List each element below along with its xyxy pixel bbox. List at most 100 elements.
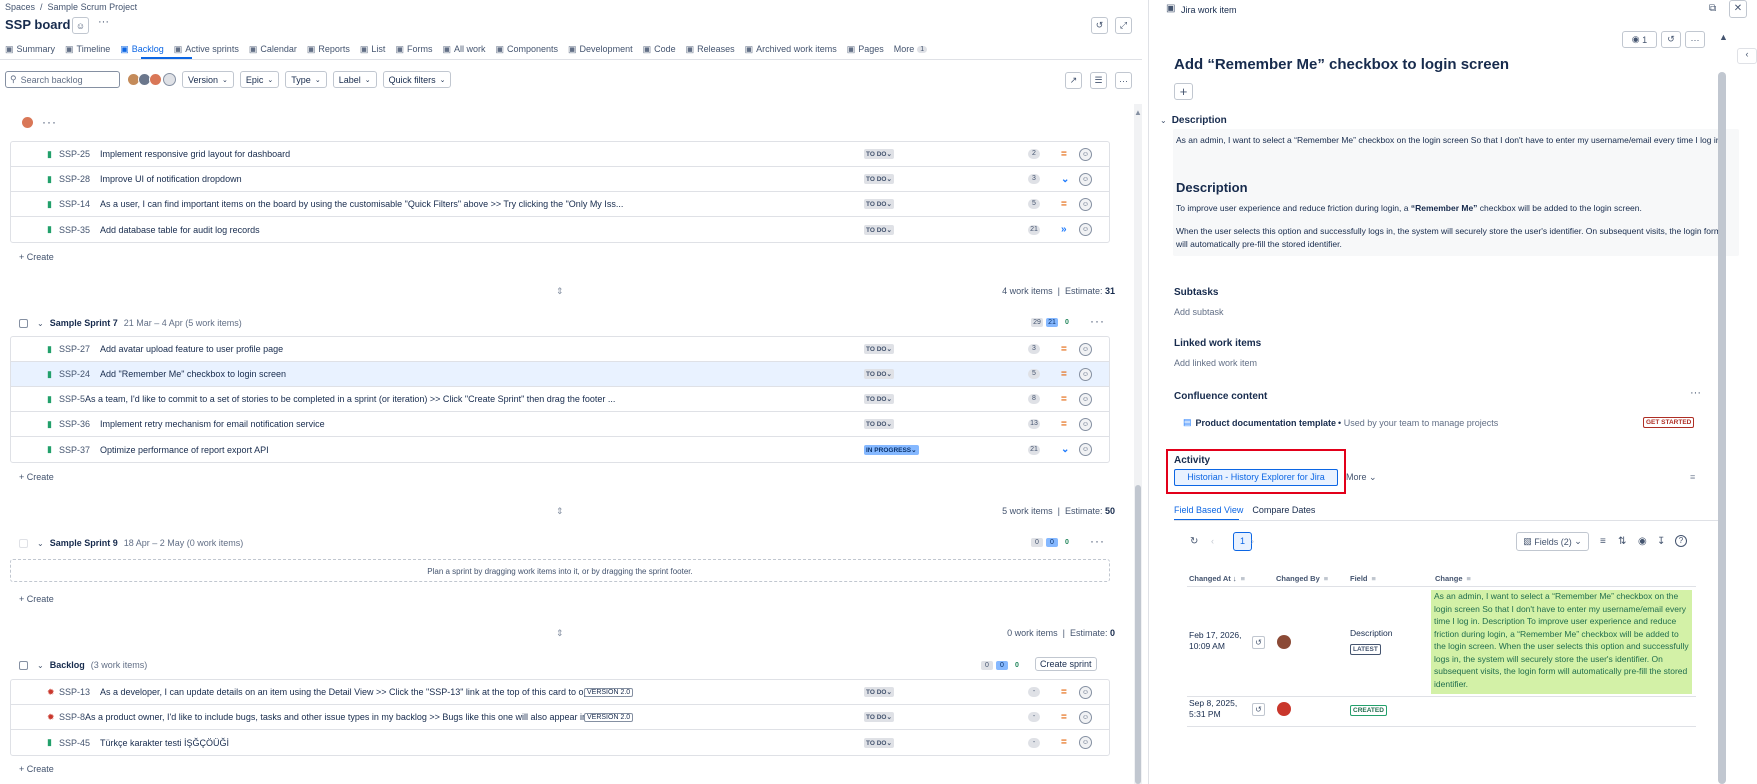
more-actions-icon[interactable]: ··· xyxy=(1090,314,1105,328)
story-points[interactable]: 2 xyxy=(1028,149,1040,159)
issue-key[interactable]: SSP-14 xyxy=(59,199,90,209)
create-button[interactable]: + Create xyxy=(19,252,54,262)
assignee-avatar[interactable]: ☺ xyxy=(1079,443,1092,456)
chevron-left-icon[interactable]: ‹ xyxy=(1211,536,1214,546)
scroll-up-icon[interactable]: ▲ xyxy=(1134,108,1142,117)
col-changed-at[interactable]: Changed At ↓ ≡ xyxy=(1189,574,1245,583)
table-row[interactable]: ✹ SSP-8 As a product owner, I'd like to in… xyxy=(11,705,1109,730)
sort-icon[interactable]: ≡ xyxy=(1690,472,1695,482)
add-linked-item-link[interactable]: Add linked work item xyxy=(1174,358,1257,368)
tab-all-work[interactable]: ▣ All work xyxy=(442,42,485,56)
more-icon[interactable]: ··· xyxy=(1690,387,1701,399)
table-row[interactable]: ▮ SSP-37 Optimize performance of report ex… xyxy=(11,437,1109,462)
settings-icon[interactable]: ☰ xyxy=(1090,72,1107,89)
assignee-avatar[interactable]: ☺ xyxy=(1079,342,1092,356)
description-header[interactable]: ⌄ Description xyxy=(1160,115,1227,126)
story-points[interactable]: - xyxy=(1028,687,1040,697)
issue-key[interactable]: SSP-8 xyxy=(59,712,85,722)
more-dropdown[interactable]: More ⌄ xyxy=(1346,472,1377,483)
filter-icon[interactable]: ≡ xyxy=(1324,574,1328,583)
filter-icon[interactable]: ≡ xyxy=(1467,574,1471,583)
issue-summary[interactable]: Add "Remember Me" checkbox to login scre… xyxy=(100,369,286,379)
status-dropdown[interactable]: TO DO⌄ xyxy=(864,199,894,209)
work-item-title[interactable]: Add “Remember Me” checkbox to login scre… xyxy=(1174,56,1509,73)
tab-field-based-view[interactable]: Field Based View xyxy=(1174,505,1243,515)
issue-summary[interactable]: Türkçe karakter testi İŞĞÇÖÜĞİ xyxy=(100,738,229,748)
avatar[interactable] xyxy=(149,73,162,86)
type-filter[interactable]: Type ⌄ xyxy=(285,71,327,88)
avatar[interactable] xyxy=(163,73,176,86)
download-icon[interactable]: ↧ xyxy=(1657,536,1665,547)
tab-list[interactable]: ▣ List xyxy=(360,42,386,56)
story-points[interactable]: 8 xyxy=(1028,394,1040,404)
sprint-checkbox[interactable] xyxy=(19,318,28,328)
assignee-avatar[interactable]: ☺ xyxy=(1079,147,1092,161)
issue-summary[interactable]: As a developer, I can update details on … xyxy=(100,687,629,697)
scrollbar-thumb[interactable] xyxy=(1135,485,1141,784)
tab-archived-work-items[interactable]: ▣ Archived work items xyxy=(745,42,837,56)
tab-backlog[interactable]: ▣ Backlog xyxy=(120,42,164,56)
eye-icon[interactable]: ◉ xyxy=(1638,536,1647,547)
assignee-avatar[interactable]: ☺ xyxy=(1079,685,1092,699)
chevron-right-icon[interactable]: › xyxy=(1251,536,1254,546)
create-button[interactable]: + Create xyxy=(19,594,54,604)
historian-button[interactable]: Historian - History Explorer for Jira xyxy=(1174,469,1338,486)
story-points[interactable]: 13 xyxy=(1028,419,1040,429)
table-row[interactable]: ▮ SSP-35 Add database table for audit log … xyxy=(11,217,1109,242)
chevron-down-icon[interactable]: ⌄ xyxy=(37,539,44,548)
watch-button[interactable]: ◉ 1 xyxy=(1622,31,1657,48)
issue-key[interactable]: SSP-13 xyxy=(59,687,90,697)
status-dropdown[interactable]: IN PROGRESS⌄ xyxy=(864,444,919,455)
story-points[interactable]: - xyxy=(1028,712,1040,722)
sprint-checkbox[interactable] xyxy=(19,538,28,548)
sort-icon[interactable]: ⇅ xyxy=(1618,536,1626,547)
filter-icon[interactable]: ≡ xyxy=(1372,574,1376,583)
tab-forms[interactable]: ▣ Forms xyxy=(395,42,432,56)
tab-reports[interactable]: ▣ Reports xyxy=(307,42,350,56)
version-filter[interactable]: Version ⌄ xyxy=(182,71,234,88)
more-icon[interactable]: ··· xyxy=(1115,72,1132,89)
insights-icon[interactable]: ↗ xyxy=(1065,72,1082,89)
tab-releases[interactable]: ▣ Releases xyxy=(686,42,735,56)
story-points[interactable]: 3 xyxy=(1028,344,1040,354)
tab-components[interactable]: ▣ Components xyxy=(495,42,558,56)
breadcrumb-project[interactable]: Sample Scrum Project xyxy=(48,2,138,12)
empty-sprint-dropzone[interactable]: Plan a sprint by dragging work items int… xyxy=(10,559,1110,582)
tab-code[interactable]: ▣ Code xyxy=(643,42,676,56)
table-row[interactable]: ▮ SSP-24 Add "Remember Me" checkbox to log… xyxy=(11,362,1109,387)
assignee-avatar[interactable]: ☺ xyxy=(1079,710,1092,724)
more-actions-icon[interactable]: ··· xyxy=(98,16,109,28)
panel-scrollbar-thumb[interactable] xyxy=(1718,72,1726,784)
assignee-avatar[interactable]: ☺ xyxy=(1079,367,1092,381)
close-icon[interactable]: ✕ xyxy=(1729,0,1747,18)
chevron-down-icon[interactable]: ⌄ xyxy=(1160,116,1167,125)
create-button[interactable]: + Create xyxy=(19,764,54,774)
create-sprint-button[interactable]: Create sprint xyxy=(1035,657,1097,671)
assignee-avatar[interactable]: ☺ xyxy=(1079,172,1092,186)
assignee-avatar[interactable]: ☺ xyxy=(1079,736,1092,749)
tab-active-sprints[interactable]: ▣ Active sprints xyxy=(174,42,239,56)
status-dropdown[interactable]: TO DO⌄ xyxy=(864,174,894,184)
share-icon[interactable]: ↺ xyxy=(1091,17,1108,34)
assignee-avatar[interactable]: ☺ xyxy=(1079,223,1092,236)
chevron-down-icon[interactable]: ⌄ xyxy=(37,661,44,670)
open-external-icon[interactable]: ⧉ xyxy=(1709,3,1716,14)
tab-compare-dates[interactable]: Compare Dates xyxy=(1252,505,1315,515)
filter-icon[interactable]: ≡ xyxy=(1600,536,1606,547)
restore-icon[interactable]: ↺ xyxy=(1252,703,1265,716)
avatar-group[interactable] xyxy=(127,73,176,86)
status-dropdown[interactable]: TO DO⌄ xyxy=(864,369,894,379)
avatar[interactable] xyxy=(22,117,33,128)
avatar[interactable] xyxy=(1277,702,1291,716)
table-row[interactable]: ▮ SSP-36 Implement retry mechanism for ema… xyxy=(11,412,1109,437)
table-row[interactable]: ▮ SSP-25 Implement responsive grid layout … xyxy=(11,142,1109,167)
issue-key[interactable]: SSP-36 xyxy=(59,419,90,429)
assignee-avatar[interactable]: ☺ xyxy=(1079,197,1092,211)
story-points[interactable]: - xyxy=(1028,737,1040,748)
assignee-avatar[interactable]: ☺ xyxy=(1079,392,1092,406)
tab-more[interactable]: More 1 xyxy=(894,42,928,56)
breadcrumb-spaces[interactable]: Spaces xyxy=(5,2,35,12)
chevron-down-icon[interactable]: ⌄ xyxy=(37,319,44,328)
fields-dropdown[interactable]: ▧ Fields (2) ⌄ xyxy=(1516,532,1589,551)
drag-handle-icon[interactable]: ⇕ xyxy=(556,286,564,297)
